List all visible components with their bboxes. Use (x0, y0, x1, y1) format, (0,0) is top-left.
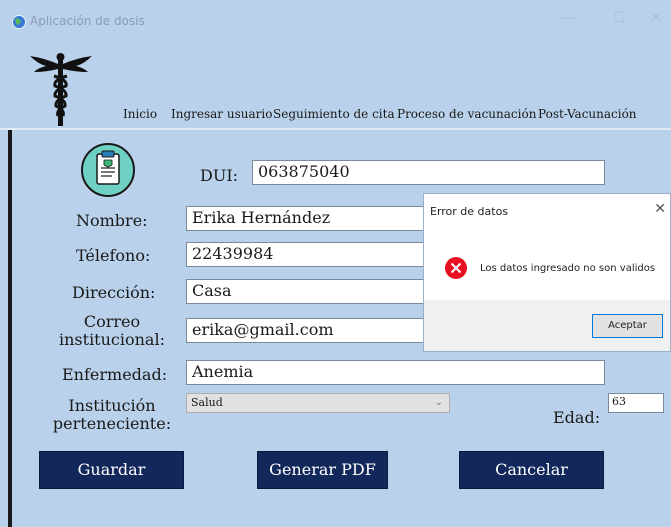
nav-inicio[interactable]: Inicio (123, 107, 157, 121)
enfermedad-label: Enfermedad: (62, 365, 168, 384)
title-bar: Aplicación de dosis — ☐ ✕ (0, 0, 671, 34)
dialog-footer: Aceptar (424, 300, 670, 351)
telefono-label: Télefono: (76, 246, 151, 265)
app-globe-icon (12, 15, 26, 29)
cancelar-button[interactable]: Cancelar (459, 451, 604, 489)
header: Inicio Ingresar usuario Seguimiento de c… (0, 34, 671, 128)
direccion-input[interactable]: Casa (186, 279, 426, 304)
medical-form-icon (81, 143, 135, 197)
correo-input[interactable]: erika@gmail.com (186, 318, 426, 343)
dialog-close-icon[interactable]: ✕ (654, 201, 666, 217)
window-title: Aplicación de dosis (30, 14, 145, 28)
institucion-label: Institución perteneciente: (52, 396, 172, 433)
dui-label: DUI: (200, 166, 239, 185)
error-icon (445, 257, 467, 279)
generar-pdf-button[interactable]: Generar PDF (257, 451, 388, 489)
correo-label: Correo institucional: (59, 312, 165, 349)
minimize-button[interactable]: — (561, 10, 575, 26)
dialog-message: Los datos ingresado no son validos (480, 263, 656, 274)
dialog-title: Error de datos (430, 205, 509, 218)
direccion-label: Dirección: (72, 283, 156, 302)
nav-post-vacunacion[interactable]: Post-Vacunación (538, 107, 637, 121)
chevron-down-icon: ⌄ (434, 397, 443, 408)
close-button[interactable]: ✕ (650, 10, 662, 26)
enfermedad-input[interactable]: Anemia (186, 360, 605, 385)
nombre-label: Nombre: (76, 211, 148, 230)
dui-input[interactable]: 063875040 (252, 160, 605, 185)
aceptar-button[interactable]: Aceptar (592, 314, 663, 338)
error-dialog: Error de datos ✕ Los datos ingresado no … (423, 193, 671, 352)
institucion-selected-value: Salud (191, 396, 223, 409)
nav-seguimiento-de-cita[interactable]: Seguimiento de cita (273, 107, 395, 121)
telefono-input[interactable]: 22439984 (186, 242, 426, 267)
edad-label: Edad: (553, 408, 601, 427)
guardar-button[interactable]: Guardar (39, 451, 184, 489)
nav-ingresar-usuario[interactable]: Ingresar usuario (171, 107, 272, 121)
caduceus-logo-icon (30, 53, 92, 126)
nombre-input[interactable]: Erika Hernández (186, 206, 426, 231)
edad-input[interactable]: 63 (608, 393, 664, 413)
nav-proceso-de-vacunacion[interactable]: Proceso de vacunación (397, 107, 536, 121)
maximize-button[interactable]: ☐ (613, 10, 626, 26)
institucion-select[interactable]: Salud ⌄ (186, 393, 450, 413)
app-window: Aplicación de dosis — ☐ ✕ Inicio Ingresa… (0, 0, 671, 527)
